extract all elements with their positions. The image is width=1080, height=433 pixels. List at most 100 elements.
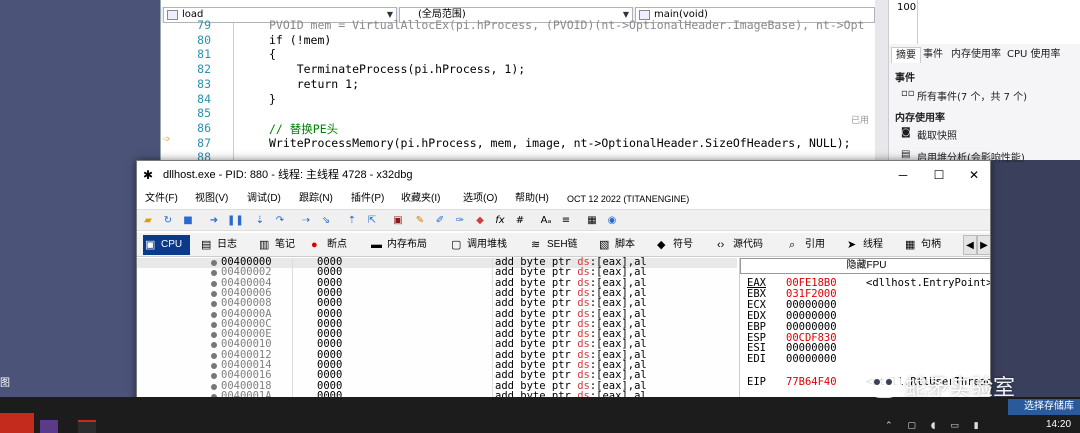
menu-view[interactable]: 视图(V) [195,189,228,209]
breakpoint-dot-icon[interactable] [211,280,217,287]
menu-plugins[interactable]: 插件(P) [351,189,384,209]
desktop: 图 load ▼ (全局范围) ▼ main(void) ➩ 79 PVOID m… [0,0,1080,433]
notes-icon: ▥ [259,239,270,251]
all-events-link[interactable]: 所有事件(7 个，共 7 个) [917,88,1027,103]
variables-icon[interactable]: # [513,214,527,228]
minimize-button[interactable]: ─ [885,161,921,189]
restart-icon[interactable]: ↻ [161,214,175,228]
globe-icon[interactable]: ◉ [605,214,619,228]
execute-till-return-icon[interactable]: ⇡ [345,214,359,228]
breakpoint-dot-icon[interactable] [211,321,217,328]
line-number: 79 [197,18,211,32]
breakpoint-dot-icon[interactable] [211,383,217,390]
menu-file[interactable]: 文件(F) [145,189,178,209]
code-line: PVOID mem = VirtualAllocEx(pi.hProcess, … [269,18,865,32]
memory-map-icon: ▬ [371,239,382,251]
tab-cpu[interactable]: CPU 使用率 [1003,47,1065,63]
symbols-icon: ◆ [657,239,666,251]
run-icon[interactable]: ➜ [207,214,221,228]
breakpoint-dot-icon[interactable] [211,363,217,369]
tab-log[interactable]: ▤ 日志 [199,235,237,255]
menu-help[interactable]: 帮助(H) [515,189,549,209]
window-title: dllhost.exe - PID: 880 - 线程: 主线程 4728 - … [163,169,413,181]
patch-icon[interactable]: ✎ [413,214,427,228]
tab-label: CPU [161,239,183,250]
step-into-icon[interactable]: ⇣ [253,214,267,228]
editor-scrollbar[interactable] [875,0,889,160]
close-button[interactable]: ✕ [956,161,990,189]
tab-script[interactable]: ▧ 脚本 [597,235,635,255]
tab-notes[interactable]: ▥ 笔记 [257,235,295,255]
tab-label: 句柄 [921,239,941,250]
take-snapshot-button[interactable]: 截取快照 [917,127,957,142]
tabs-scroll-right-button[interactable]: ▶ [977,235,990,255]
line-number: 81 [197,47,211,62]
menu-debug[interactable]: 调试(D) [247,189,281,209]
tab-memory[interactable]: 内存使用率 [947,47,1005,63]
tab-summary[interactable]: 摘要 [891,47,921,63]
tray-icons[interactable]: ⌃ ▢ ◖ ▭ ▮ [885,421,985,431]
tab-events[interactable]: 事件 [919,47,947,63]
breakpoint-dot-icon[interactable] [211,290,217,297]
pause-icon[interactable]: ❚❚ [227,214,244,228]
trace-over-icon[interactable]: ⇘ [319,214,333,228]
x32dbg-window: ✱ dllhost.exe - PID: 880 - 线程: 主线程 4728 … [136,160,991,433]
menu-bar: 文件(F) 视图(V) 调试(D) 跟踪(N) 插件(P) 收藏夹(I) 选项(… [137,189,990,209]
project-icon [167,10,178,20]
highlight-icon[interactable]: ≡ [559,214,573,228]
breakpoint-dot-icon[interactable] [211,342,217,349]
code-line: } [269,91,276,106]
bookmarks-icon[interactable]: ◆ [473,214,487,228]
maximize-button[interactable]: ☐ [921,161,957,189]
open-icon[interactable]: ▰ [141,214,155,228]
functions-icon[interactable]: fx [493,214,507,228]
run-to-user-code-icon[interactable]: ⇱ [365,214,379,228]
breakpoint-dot-icon[interactable] [211,352,217,359]
taskbar-app-x32dbg[interactable] [78,420,96,433]
labels-icon[interactable]: ✑ [453,214,467,228]
register-value: 00000000 [786,353,837,366]
taskbar-app-vs[interactable] [40,420,58,433]
tabs-scroll-left-button[interactable]: ◀ [963,235,977,255]
line-number: 86 [197,120,211,135]
code-editor[interactable]: ➩ 79 PVOID mem = VirtualAllocEx(pi.hProce… [161,18,889,179]
font-icon[interactable]: Aₐ [539,214,553,228]
breakpoint-dot-icon[interactable] [211,301,217,308]
tab-breakpoint[interactable]: ● 断点 [309,235,347,255]
line-number: 85 [197,106,211,121]
tab-label: 调用堆栈 [467,239,507,250]
breakpoint-dot-icon[interactable] [211,270,217,277]
stop-icon[interactable]: ■ [181,214,195,228]
select-repository-button[interactable]: 选择存储库 [1008,399,1080,415]
code-line: TerminateProcess(pi.hProcess, 1); [269,62,526,77]
window-title-bar[interactable]: ✱ dllhost.exe - PID: 880 - 线程: 主线程 4728 … [137,161,990,189]
tab-symbols[interactable]: ◆ 符号 [655,235,693,255]
calculator-icon[interactable]: ▦ [585,214,599,228]
hide-fpu-button[interactable]: 隐藏FPU [740,258,990,274]
breakpoint-dot-icon[interactable] [211,311,217,318]
tab-label: 断点 [327,239,347,250]
tab-seh[interactable]: ≋ SEH链 [529,235,578,255]
breakpoint-dot-icon[interactable] [211,332,217,339]
breakpoint-dot-icon[interactable] [211,373,217,380]
tab-source[interactable]: ‹› 源代码 [715,235,763,255]
taskbar-app-red[interactable] [0,413,34,433]
tab-threads[interactable]: ➤ 线程 [845,235,883,255]
tab-handles[interactable]: ▦ 句柄 [903,235,941,255]
menu-favourites[interactable]: 收藏夹(I) [401,189,440,209]
scylla-icon[interactable]: ▣ [391,214,405,228]
menu-trace[interactable]: 跟踪(N) [299,189,333,209]
comments-icon[interactable]: ✐ [433,214,447,228]
step-over-icon[interactable]: ↷ [273,214,287,228]
tab-cpu[interactable]: ▣ CPU [143,235,191,255]
breakpoint-dot-icon[interactable] [211,260,217,266]
code-line: if (!mem) [269,32,332,47]
register-name: EDI [747,353,766,366]
current-statement-arrow-icon: ➩ [163,132,171,146]
trace-into-icon[interactable]: ⇢ [299,214,313,228]
menu-options[interactable]: 选项(O) [463,189,497,209]
tab-call-stack[interactable]: ▢ 调用堆栈 [449,235,507,255]
line-number: 83 [197,76,211,91]
tab-references[interactable]: ⌕ 引用 [787,235,825,255]
tab-memory-map[interactable]: ▬ 内存布局 [369,235,427,255]
